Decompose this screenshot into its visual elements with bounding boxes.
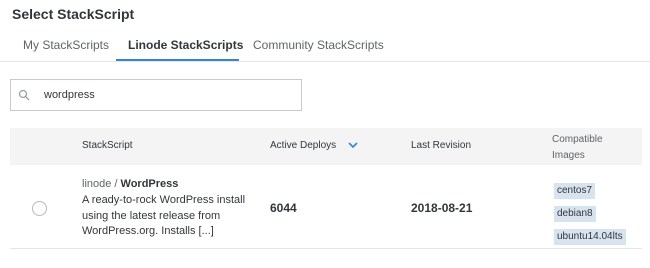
search-icon <box>18 89 30 101</box>
script-description: A ready-to-rock WordPress install using … <box>82 194 246 237</box>
tab-linode-stackscripts[interactable]: Linode StackScripts <box>128 38 243 61</box>
tab-my-stackscripts[interactable]: My StackScripts <box>23 38 109 61</box>
image-chip: centos7 <box>554 183 596 199</box>
select-stackscript-panel: Select StackScript My StackScripts Linod… <box>0 0 650 268</box>
search-input[interactable] <box>44 86 294 104</box>
header-last-revision[interactable]: Last Revision <box>411 140 471 151</box>
last-revision-value: 2018-08-21 <box>411 201 473 215</box>
image-chip: debian8 <box>554 206 596 222</box>
header-compatible-images-label: Compatible Images <box>552 134 603 161</box>
table-header: StackScript Active Deploys Last Revision… <box>10 128 642 165</box>
tab-community-stackscripts[interactable]: Community StackScripts <box>253 38 384 61</box>
tab-bar: My StackScripts Linode StackScripts Comm… <box>0 33 650 62</box>
active-tab-indicator <box>116 59 239 61</box>
search-box[interactable] <box>10 79 302 111</box>
script-title: linode / WordPress <box>82 178 178 190</box>
select-radio[interactable] <box>32 201 47 216</box>
active-deploys-value: 6044 <box>270 201 297 215</box>
script-separator: / <box>111 178 121 190</box>
header-active-deploys[interactable]: Active Deploys <box>270 140 336 151</box>
chevron-down-icon[interactable] <box>347 140 359 150</box>
script-label: WordPress <box>120 178 179 190</box>
header-stackscript: StackScript <box>82 140 133 151</box>
compatible-images-list: centos7 debian8 ubuntu14.04lts <box>554 180 634 249</box>
image-chip: ubuntu14.04lts <box>554 229 626 245</box>
header-compatible-images: Compatible Images <box>552 132 612 164</box>
panel-title: Select StackScript <box>12 6 135 22</box>
table-row[interactable]: linode / WordPress A ready-to-rock WordP… <box>10 165 642 249</box>
script-username: linode <box>82 178 112 190</box>
